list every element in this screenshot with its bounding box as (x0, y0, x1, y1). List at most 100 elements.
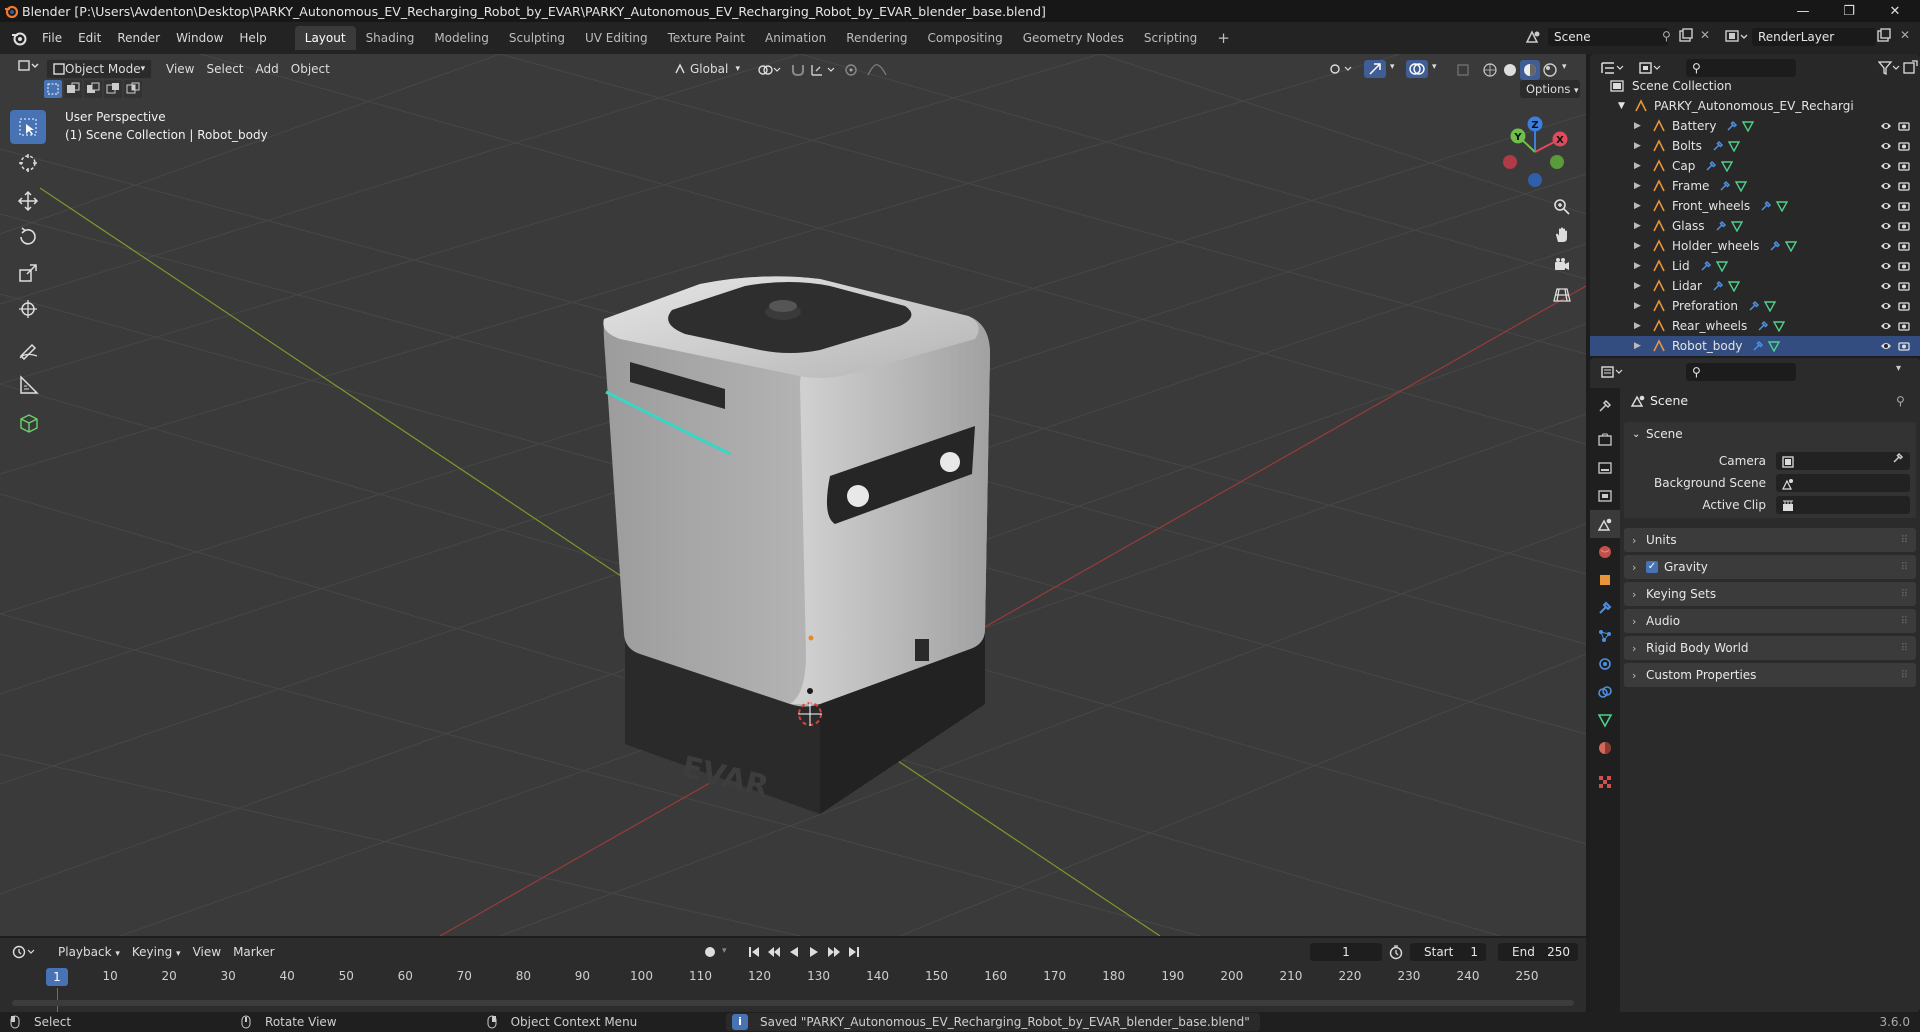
filter-icon[interactable] (1878, 60, 1900, 76)
render-camera-icon[interactable] (1898, 140, 1910, 152)
viewport-menu-view[interactable]: View (160, 59, 200, 79)
options-dropdown[interactable]: Options ▾ (1520, 80, 1580, 98)
menu-render[interactable]: Render (109, 27, 168, 49)
tab-rendering[interactable]: Rendering (836, 26, 917, 50)
properties-subpanel[interactable]: › Units ⠿ (1624, 528, 1916, 552)
render-camera-icon[interactable] (1898, 180, 1910, 192)
tab-modeling[interactable]: Modeling (424, 26, 499, 50)
visibility-eye-icon[interactable] (1880, 301, 1892, 311)
render-camera-icon[interactable] (1898, 120, 1910, 132)
annotate-tool[interactable] (10, 332, 46, 366)
outliner-object-row[interactable]: ▶ Glass (1590, 216, 1920, 236)
outliner-object-row[interactable]: ▶ Cap (1590, 156, 1920, 176)
scene-panel-header[interactable]: ⌄ Scene (1624, 422, 1916, 446)
transform-orientation-dropdown[interactable]: Global ▾ (668, 59, 746, 79)
tab-sculpting[interactable]: Sculpting (499, 26, 575, 50)
transform-tool[interactable] (10, 292, 46, 326)
solid-shading-icon[interactable] (1502, 62, 1518, 78)
visibility-eye-icon[interactable] (1880, 241, 1892, 251)
jump-end-icon[interactable] (846, 944, 862, 960)
select-subtract-icon[interactable] (84, 80, 102, 98)
jump-keyframe-back-icon[interactable] (766, 944, 782, 960)
tab-compositing[interactable]: Compositing (917, 26, 1012, 50)
properties-subpanel[interactable]: › Audio ⠿ (1624, 609, 1916, 633)
drag-handle-icon[interactable]: ⠿ (1901, 616, 1908, 627)
visibility-eye-icon[interactable] (1880, 121, 1892, 131)
properties-subpanel[interactable]: › Rigid Body World ⠿ (1624, 636, 1916, 660)
drag-handle-icon[interactable]: ⠿ (1901, 535, 1908, 546)
physics-tab-icon[interactable] (1590, 650, 1620, 678)
scene-tab-icon[interactable] (1590, 510, 1620, 538)
gravity-checkbox[interactable]: ✓ (1646, 561, 1658, 573)
wireframe-shading-icon[interactable] (1482, 62, 1498, 78)
rotate-tool[interactable] (10, 220, 46, 254)
outliner-scene-collection[interactable]: Scene Collection (1590, 76, 1920, 96)
start-frame-field[interactable]: Start 1 (1410, 943, 1486, 961)
select-intersect-icon[interactable] (124, 80, 142, 98)
tab-shading[interactable]: Shading (356, 26, 425, 50)
maximize-button[interactable]: ❐ (1826, 0, 1872, 22)
outliner-object-row[interactable]: ▶ Lid (1590, 256, 1920, 276)
cursor-tool[interactable] (10, 146, 46, 180)
chevron-down-icon[interactable]: ▾ (722, 946, 727, 956)
rendered-shading-icon[interactable] (1542, 62, 1558, 78)
outliner-object-row[interactable]: ▶ Bolts (1590, 136, 1920, 156)
select-invert-icon[interactable] (104, 80, 122, 98)
properties-subpanel[interactable]: › Custom Properties ⠿ (1624, 663, 1916, 687)
outliner-search[interactable]: ⚲ (1686, 59, 1796, 77)
tab-geometry-nodes[interactable]: Geometry Nodes (1013, 26, 1134, 50)
new-collection-icon[interactable] (1902, 60, 1918, 76)
navigation-gizmo[interactable]: Z X Y (1500, 114, 1570, 190)
chevron-down-icon[interactable]: ▾ (1432, 62, 1437, 72)
viewport-menu-select[interactable]: Select (200, 59, 249, 79)
constraints-tab-icon[interactable] (1590, 678, 1620, 706)
property-field[interactable] (1776, 452, 1910, 470)
visibility-eye-icon[interactable] (1880, 341, 1892, 351)
object-mode-dropdown[interactable]: Object Mode ▾ (46, 59, 152, 79)
visibility-eye-icon[interactable] (1880, 261, 1892, 271)
outliner-object-row[interactable]: ▶ Frame (1590, 176, 1920, 196)
world-tab-icon[interactable] (1590, 538, 1620, 566)
play-reverse-icon[interactable] (786, 944, 802, 960)
measure-tool[interactable] (10, 368, 46, 402)
expand-arrow-icon[interactable]: ▼ (1618, 101, 1628, 111)
expand-arrow-icon[interactable]: ▶ (1634, 261, 1644, 271)
delete-view-layer-icon[interactable]: ✕ (1900, 28, 1910, 42)
properties-editor-type-icon[interactable] (1600, 364, 1626, 380)
perspective-toggle-icon[interactable] (1549, 282, 1575, 308)
pin-icon[interactable]: ⚲ (1896, 394, 1905, 408)
timeline-menu-view[interactable]: View (187, 942, 227, 962)
drag-handle-icon[interactable]: ⠿ (1901, 643, 1908, 654)
3d-viewport[interactable]: EVAR (0, 54, 1586, 936)
editor-type-icon[interactable] (12, 59, 42, 79)
selectability-icon[interactable] (1328, 62, 1356, 76)
property-field[interactable] (1776, 474, 1910, 492)
texture-tab-icon[interactable] (1590, 768, 1620, 796)
jump-start-icon[interactable] (746, 944, 762, 960)
outliner-collection-row[interactable]: ▼ PARKY_Autonomous_EV_Recharging_Ro (1590, 96, 1920, 116)
stopwatch-icon[interactable] (1388, 944, 1404, 960)
expand-arrow-icon[interactable]: ▶ (1634, 321, 1644, 331)
close-button[interactable]: ✕ (1872, 0, 1918, 22)
select-new-icon[interactable] (44, 80, 62, 98)
menu-file[interactable]: File (34, 27, 70, 49)
blender-menu-icon[interactable] (10, 29, 28, 47)
jump-keyframe-forward-icon[interactable] (826, 944, 842, 960)
tab-texture-paint[interactable]: Texture Paint (658, 26, 755, 50)
render-camera-icon[interactable] (1898, 240, 1910, 252)
falloff-icon[interactable] (866, 63, 888, 77)
expand-arrow-icon[interactable]: ▶ (1634, 181, 1644, 191)
playhead-frame[interactable]: 1 (46, 968, 68, 986)
expand-arrow-icon[interactable]: ▶ (1634, 301, 1644, 311)
tab-layout[interactable]: Layout (294, 26, 356, 50)
view-layer-tab-icon[interactable] (1590, 482, 1620, 510)
object-tab-icon[interactable] (1590, 566, 1620, 594)
add-cube-tool[interactable] (10, 406, 46, 440)
drag-handle-icon[interactable]: ⠿ (1901, 589, 1908, 600)
current-frame-field[interactable]: 1 (1310, 943, 1382, 961)
drag-handle-icon[interactable]: ⠿ (1901, 670, 1908, 681)
render-camera-icon[interactable] (1898, 340, 1910, 352)
render-camera-icon[interactable] (1898, 320, 1910, 332)
outliner-editor-type-icon[interactable] (1600, 60, 1626, 76)
particles-tab-icon[interactable] (1590, 622, 1620, 650)
